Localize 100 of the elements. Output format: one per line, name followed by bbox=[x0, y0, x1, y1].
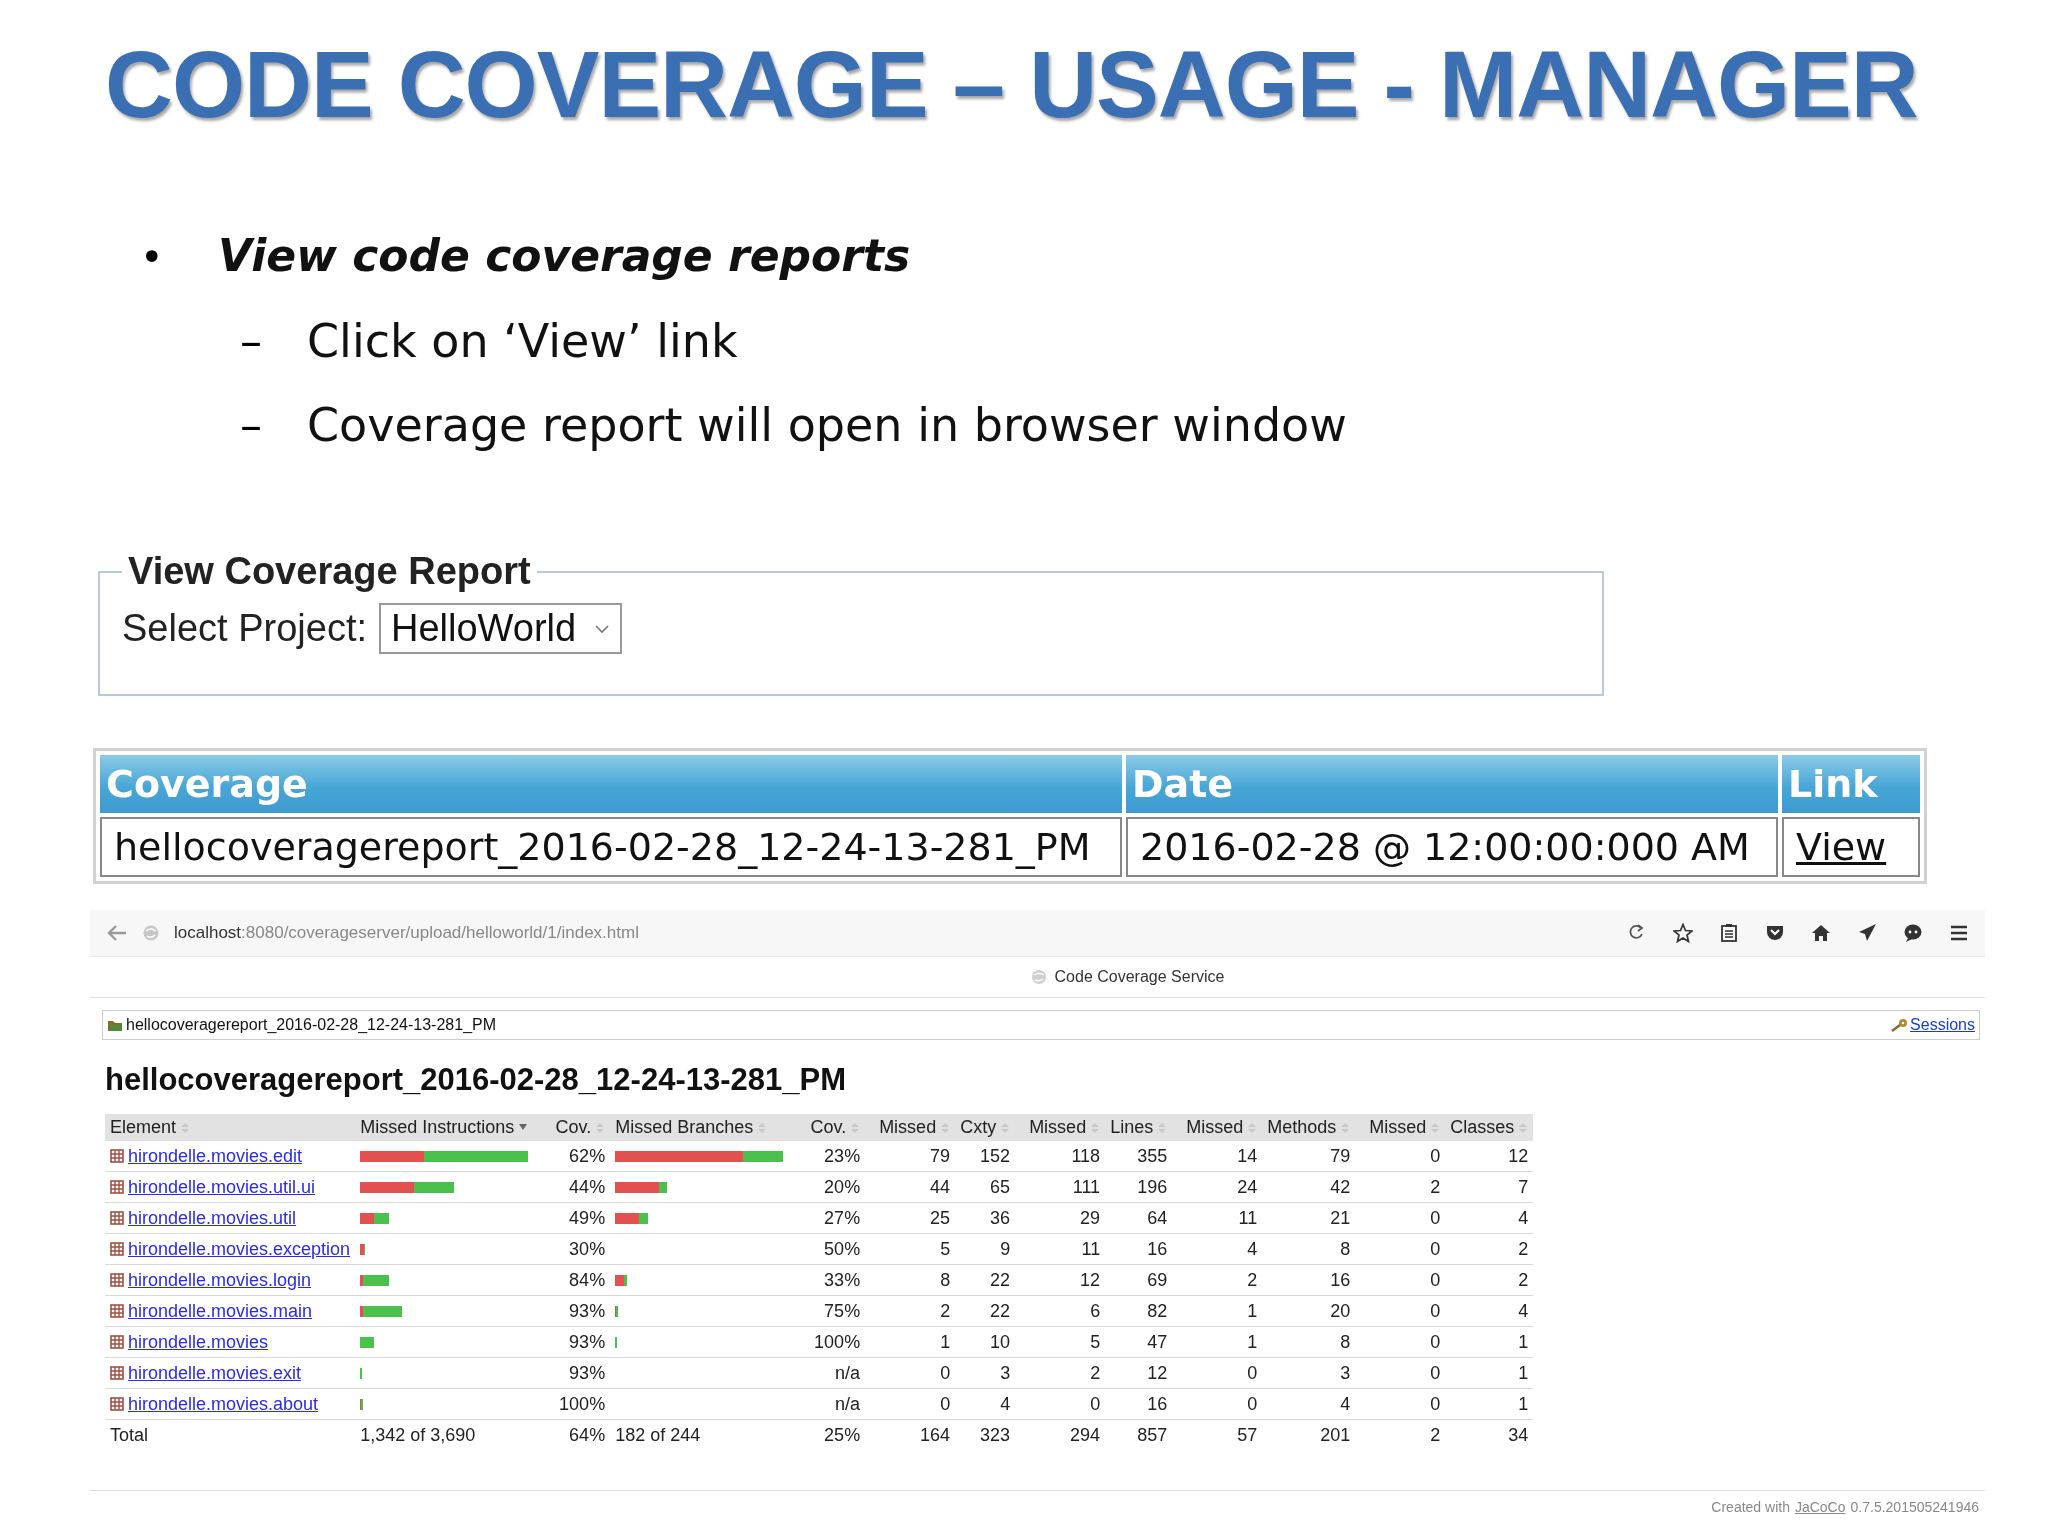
table-cell: 294 bbox=[1015, 1419, 1106, 1450]
table-cell: 857 bbox=[1105, 1419, 1173, 1450]
table-cell: 84% bbox=[540, 1264, 611, 1296]
table-cell: 12 bbox=[1445, 1141, 1534, 1172]
package-icon[interactable] bbox=[110, 1180, 124, 1194]
field-label: Select Project: bbox=[122, 607, 367, 650]
table-cell: 100% bbox=[540, 1388, 611, 1420]
package-link[interactable]: hirondelle.movies bbox=[110, 1331, 351, 1353]
table-cell: 44 bbox=[865, 1171, 956, 1203]
column-header[interactable]: Methods bbox=[1262, 1114, 1356, 1141]
table-cell: 1 bbox=[1172, 1326, 1263, 1358]
column-header[interactable]: Missed bbox=[1355, 1114, 1446, 1141]
package-icon[interactable] bbox=[110, 1366, 124, 1380]
table-cell: 36 bbox=[955, 1202, 1016, 1234]
table-cell: 50% bbox=[795, 1233, 866, 1265]
address-field[interactable]: localhost:8080/coverageserver/upload/helloworld/1/index.html bbox=[174, 923, 1601, 943]
package-icon[interactable] bbox=[110, 1397, 124, 1411]
package-link[interactable]: hirondelle.movies.main bbox=[110, 1300, 351, 1322]
table-cell: 0 bbox=[1172, 1388, 1263, 1420]
package-link[interactable]: hirondelle.movies.util.ui bbox=[110, 1176, 351, 1198]
package-link[interactable]: hirondelle.movies.exit bbox=[110, 1362, 351, 1384]
table-cell: 64 bbox=[1105, 1202, 1173, 1234]
package-icon[interactable] bbox=[110, 1304, 124, 1318]
table-cell: 79 bbox=[865, 1141, 956, 1172]
project-dropdown[interactable]: HelloWorld bbox=[379, 603, 623, 654]
table-cell: 11 bbox=[1172, 1202, 1263, 1234]
slide-title: CODE COVERAGE – USAGE - MANAGER bbox=[105, 31, 1919, 139]
table-cell: 23% bbox=[795, 1141, 866, 1172]
chevron-down-icon[interactable] bbox=[594, 623, 611, 634]
table-cell: 0 bbox=[865, 1357, 956, 1389]
table-cell: 2 bbox=[865, 1295, 956, 1327]
table-cell: 111 bbox=[1015, 1171, 1106, 1203]
back-arrow-icon[interactable] bbox=[106, 924, 128, 942]
menu-icon[interactable] bbox=[1949, 923, 1969, 943]
table-cell: 82 bbox=[1105, 1295, 1173, 1327]
column-header[interactable]: Cxty bbox=[955, 1114, 1016, 1141]
package-link[interactable]: hirondelle.movies.exception bbox=[110, 1238, 351, 1260]
table-cell: 25 bbox=[865, 1202, 956, 1234]
breadcrumb-item: hellocoveragereport_2016-02-28_12-24-13-281_PM bbox=[107, 1016, 497, 1034]
package-link[interactable]: hirondelle.movies.about bbox=[110, 1393, 351, 1415]
table-cell: 27% bbox=[795, 1202, 866, 1234]
home-icon[interactable] bbox=[1811, 923, 1831, 943]
sessions-link[interactable]: Sessions bbox=[1890, 1016, 1975, 1034]
chat-icon[interactable] bbox=[1903, 923, 1923, 943]
table-cell: 0 bbox=[1355, 1264, 1446, 1296]
folder-icon[interactable] bbox=[107, 1018, 123, 1032]
table-cell: 93% bbox=[540, 1326, 611, 1358]
package-icon[interactable] bbox=[110, 1211, 124, 1225]
table-cell: 4 bbox=[1262, 1388, 1356, 1420]
table-cell: 4 bbox=[1172, 1233, 1263, 1265]
table-cell: 5 bbox=[865, 1233, 956, 1265]
column-header[interactable]: Cov. bbox=[540, 1114, 611, 1141]
column-header[interactable]: Missed bbox=[1172, 1114, 1263, 1141]
column-header[interactable]: Lines bbox=[1105, 1114, 1173, 1141]
table-cell: 6 bbox=[1015, 1295, 1106, 1327]
package-link[interactable]: hirondelle.movies.edit bbox=[110, 1145, 351, 1167]
pocket-icon[interactable] bbox=[1765, 923, 1785, 943]
star-icon[interactable] bbox=[1673, 923, 1693, 943]
table-cell: 3 bbox=[955, 1357, 1016, 1389]
bullet-marker: • bbox=[140, 234, 165, 280]
table-cell: 20 bbox=[1262, 1295, 1356, 1327]
clipboard-icon[interactable] bbox=[1719, 923, 1739, 943]
bullet-text: Click on ‘View’ link bbox=[307, 314, 738, 368]
column-header[interactable]: Missed bbox=[865, 1114, 956, 1141]
report-heading: hellocoveragereport_2016-02-28_12-24-13-281_PM bbox=[105, 1062, 847, 1098]
column-header[interactable]: Missed bbox=[1015, 1114, 1106, 1141]
table-cell: 33% bbox=[795, 1264, 866, 1296]
browser-tab[interactable]: Code Coverage Service bbox=[850, 968, 1225, 986]
column-header[interactable]: Classes bbox=[1445, 1114, 1534, 1141]
jacoco-link[interactable]: JaCoCo bbox=[1794, 1499, 1846, 1515]
package-link[interactable]: hirondelle.movies.login bbox=[110, 1269, 351, 1291]
column-header: Link bbox=[1782, 755, 1920, 813]
table-cell: 25% bbox=[795, 1419, 866, 1450]
table-cell: 49% bbox=[540, 1202, 611, 1234]
key-icon[interactable] bbox=[1890, 1018, 1909, 1032]
column-header[interactable]: Missed Instructions bbox=[355, 1114, 541, 1141]
table-cell: 8 bbox=[1262, 1326, 1356, 1358]
table-cell: 64% bbox=[540, 1419, 611, 1450]
column-header: Date bbox=[1126, 755, 1778, 813]
package-icon[interactable] bbox=[110, 1149, 124, 1163]
column-header[interactable]: Element bbox=[105, 1114, 356, 1141]
package-icon[interactable] bbox=[110, 1242, 124, 1256]
table-cell: 42 bbox=[1262, 1171, 1356, 1203]
column-header[interactable]: Missed Branches bbox=[610, 1114, 796, 1141]
table-cell: 20% bbox=[795, 1171, 866, 1203]
package-icon[interactable] bbox=[110, 1273, 124, 1287]
table-cell: 11 bbox=[1015, 1233, 1106, 1265]
package-link[interactable]: hirondelle.movies.util bbox=[110, 1207, 351, 1229]
table-cell: 152 bbox=[955, 1141, 1016, 1172]
table-cell: 79 bbox=[1262, 1141, 1356, 1172]
column-header[interactable]: Cov. bbox=[795, 1114, 866, 1141]
send-icon[interactable] bbox=[1857, 923, 1877, 943]
table-cell: 12 bbox=[1015, 1264, 1106, 1296]
table-cell: 1 bbox=[1445, 1357, 1534, 1389]
table-cell: 182 of 244 bbox=[610, 1419, 796, 1450]
table-cell: hellocoveragereport_2016-02-28_12-24-13-281_PM bbox=[100, 817, 1122, 877]
panel-legend: View Coverage Report bbox=[122, 550, 537, 593]
package-icon[interactable] bbox=[110, 1335, 124, 1349]
table-cell: 47 bbox=[1105, 1326, 1173, 1358]
table-cell: 2 bbox=[1015, 1357, 1106, 1389]
